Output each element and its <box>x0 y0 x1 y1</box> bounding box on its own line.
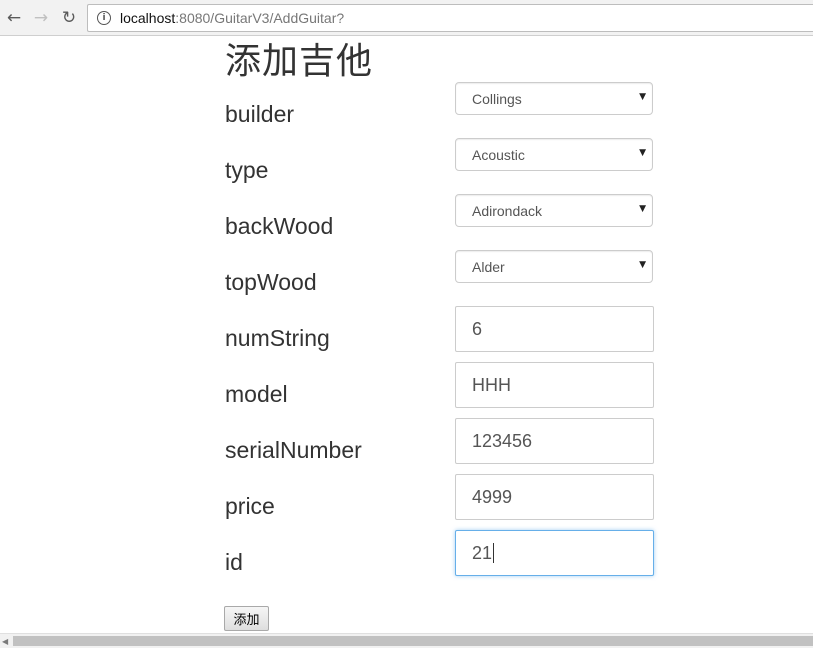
back-arrow-icon[interactable]: ← <box>3 7 25 29</box>
url-path: :8080/GuitarV3/AddGuitar? <box>175 10 345 26</box>
url-text[interactable]: localhost:8080/GuitarV3/AddGuitar? <box>120 10 344 26</box>
url-host: localhost <box>120 10 176 26</box>
id-input-value: 21 <box>472 543 493 563</box>
chevron-down-icon: ▼ <box>639 148 646 158</box>
price-input[interactable]: 4999 <box>455 474 654 520</box>
builder-select-value: Collings <box>472 91 522 107</box>
type-select[interactable]: Acoustic ▼ <box>455 138 653 171</box>
backwood-select-value: Adirondack <box>472 203 543 219</box>
address-bar[interactable]: i localhost:8080/GuitarV3/AddGuitar? <box>87 4 813 32</box>
type-label: type <box>225 157 269 183</box>
horizontal-scrollbar[interactable]: ◀ <box>0 633 813 648</box>
model-label: model <box>225 381 288 407</box>
text-caret <box>493 542 495 563</box>
numstring-input[interactable]: 6 <box>455 306 654 352</box>
numstring-label: numString <box>225 325 330 351</box>
backwood-label: backWood <box>225 213 334 239</box>
topwood-select[interactable]: Alder ▼ <box>455 250 653 283</box>
scrollbar-thumb[interactable] <box>13 636 813 646</box>
reload-icon[interactable]: ↻ <box>58 7 80 29</box>
chevron-down-icon: ▼ <box>639 204 646 214</box>
model-input[interactable]: HHH <box>455 362 654 408</box>
type-select-value: Acoustic <box>472 147 525 163</box>
info-icon[interactable]: i <box>97 11 111 25</box>
browser-toolbar: ← → ↻ i localhost:8080/GuitarV3/AddGuita… <box>0 0 813 36</box>
forward-arrow-icon[interactable]: → <box>30 7 52 29</box>
page-title: 添加吉他 <box>225 41 374 82</box>
serialnumber-label: serialNumber <box>225 437 362 463</box>
scroll-left-arrow-icon[interactable]: ◀ <box>2 637 8 646</box>
serialnumber-input[interactable]: 123456 <box>455 418 654 464</box>
add-button[interactable]: 添加 <box>224 606 269 631</box>
id-input[interactable]: 21 <box>455 530 654 576</box>
backwood-select[interactable]: Adirondack ▼ <box>455 194 653 227</box>
topwood-select-value: Alder <box>472 259 505 275</box>
price-label: price <box>225 493 275 519</box>
builder-select[interactable]: Collings ▼ <box>455 82 653 115</box>
chevron-down-icon: ▼ <box>639 260 646 270</box>
chevron-down-icon: ▼ <box>639 92 646 102</box>
topwood-label: topWood <box>225 269 317 295</box>
id-label: id <box>225 549 243 575</box>
builder-label: builder <box>225 101 295 127</box>
